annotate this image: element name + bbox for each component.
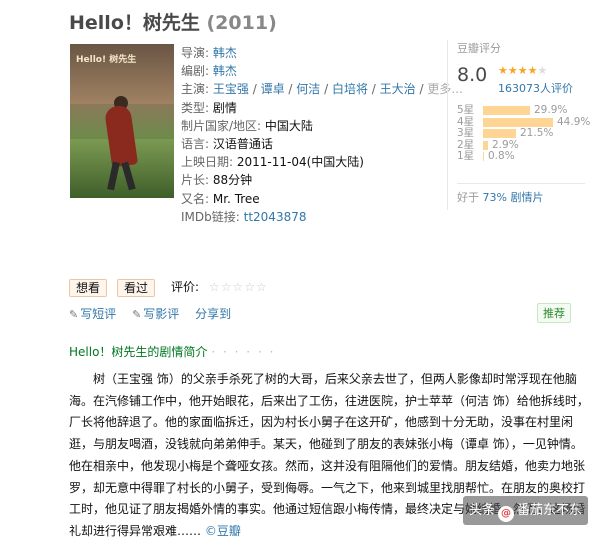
summary-heading-text: Hello！树先生的剧情简介 (69, 345, 208, 359)
star-icon: ★ (507, 64, 518, 77)
rating-score: 8.0 (457, 64, 488, 86)
rating-votes-link[interactable]: 163073人评价 (498, 80, 573, 96)
genre-row: 类型: 剧情 (181, 99, 463, 117)
imdb-row: IMDb链接: tt2043878 (181, 208, 463, 226)
distribution-bar (483, 117, 553, 127)
aka-value: Mr. Tree (212, 191, 260, 206)
summary-heading: Hello！树先生的剧情简介 · · · · · · (69, 343, 275, 360)
distribution-bar (483, 129, 516, 138)
movie-poster[interactable]: Hello! 树先生 (70, 44, 174, 198)
summary-heading-dots: · · · · · · (211, 345, 276, 359)
star-icon: ★ (498, 64, 508, 77)
rating-label: 豆瓣评分 (457, 42, 501, 55)
distribution-star-label: 5星 (457, 104, 475, 116)
director-label: 导演: (181, 46, 210, 60)
language-value: 汉语普通话 (212, 137, 273, 152)
cast-label: 主演: (181, 82, 210, 97)
pencil-icon: ✎ (132, 308, 142, 321)
star-icon: ★ (537, 64, 548, 77)
distribution-percent: 0.8% (488, 150, 515, 162)
cast-link[interactable]: 王宝强 (213, 82, 249, 96)
star-icon: ★ (517, 64, 528, 77)
country-row: 制片国家/地区: 中国大陆 (181, 117, 463, 135)
comparison-prefix: 好于 (457, 191, 479, 204)
distribution-star-label: 3星 (457, 127, 475, 139)
release-row: 上映日期: 2011-11-04(中国大陆) (181, 153, 463, 171)
release-label: 上映日期: (181, 155, 234, 170)
secondary-actions: ✎ 写短评 ✎ 写影评 分享到 (69, 305, 243, 322)
movie-year: (2011) (206, 12, 277, 34)
write-short-review-link[interactable]: ✎ 写短评 (69, 307, 116, 321)
director-row: 导演: 韩杰 (181, 44, 463, 62)
distribution-bar (483, 152, 484, 161)
director-link[interactable]: 韩杰 (213, 46, 237, 60)
distribution-star-label: 2星 (457, 138, 475, 151)
share-link[interactable]: 分享到 (195, 307, 231, 321)
watched-button[interactable]: 看过 (117, 279, 156, 297)
recommend-button[interactable]: 推荐 (537, 303, 571, 323)
imdb-link[interactable]: tt2043878 (244, 210, 307, 224)
movie-title: Hello！树先生 (69, 12, 200, 34)
rating-stars-icon: ★★★★★ (498, 64, 547, 77)
comparison-link[interactable]: 73% 剧情片 (483, 191, 544, 204)
cast-link[interactable]: 王大治 (380, 82, 416, 96)
country-label: 制片国家/地区: (181, 118, 262, 133)
aka-label: 又名: (181, 191, 210, 206)
country-value: 中国大陆 (264, 118, 313, 133)
cast-link[interactable]: 何洁 (296, 82, 320, 96)
rate-label: 评价: (171, 280, 200, 294)
douban-source-link[interactable]: ©豆瓣 (205, 524, 241, 538)
writer-label: 编剧: (181, 64, 210, 79)
distribution-star-label: 1星 (457, 150, 475, 162)
distribution-percent: 21.5% (520, 127, 554, 139)
movie-info: 导演: 韩杰 编剧: 韩杰 主演: 王宝强 / 谭卓 / 何洁 / 白培将 / … (181, 44, 463, 226)
watermark-logo-icon: @ (498, 506, 515, 522)
want-to-watch-button[interactable]: 想看 (69, 279, 108, 297)
cast-row: 主演: 王宝强 / 谭卓 / 何洁 / 白培将 / 王大治 / 更多... (181, 82, 463, 97)
cast-link[interactable]: 谭卓 (261, 82, 285, 96)
write-review-link[interactable]: ✎ 写影评 (132, 307, 179, 321)
rate-stars[interactable]: ☆☆☆☆☆ (209, 279, 268, 296)
distribution-bar (483, 140, 488, 150)
writer-row: 编剧: 韩杰 (181, 62, 463, 80)
release-value: 2011-11-04(中国大陆) (236, 155, 364, 170)
write-review-label: 写影评 (143, 307, 180, 321)
poster-title: Hello! 树先生 (76, 55, 137, 65)
watermark: 头条 @ 番茄东不东 (463, 496, 589, 525)
page-title: Hello！树先生 (2011) (69, 8, 277, 35)
distribution-percent: 44.9% (557, 115, 591, 128)
write-short-review-label: 写短评 (80, 307, 117, 321)
aka-row: 又名: Mr. Tree (181, 190, 463, 208)
runtime-label: 片长: (181, 173, 210, 188)
writer-link[interactable]: 韩杰 (213, 64, 237, 78)
distribution-bar (483, 106, 530, 115)
genre-label: 类型: (181, 100, 210, 115)
genre-value: 剧情 (212, 100, 237, 115)
imdb-label: IMDb链接: (181, 209, 240, 224)
runtime-row: 片长: 88分钟 (181, 171, 463, 189)
watermark-name: 番茄东不东 (517, 503, 583, 518)
star-icon: ★ (527, 64, 538, 77)
language-label: 语言: (181, 137, 210, 152)
pencil-icon: ✎ (69, 308, 79, 321)
language-row: 语言: 汉语普通话 (181, 135, 463, 153)
distribution-percent: 2.9% (492, 138, 519, 151)
distribution-star-label: 4星 (457, 115, 475, 128)
rating-panel: 豆瓣评分 8.0 ★★★★★ 163073人评价 5星 29.9% 4星 44.9% 3… (447, 40, 590, 210)
watermark-prefix: 头条 (469, 503, 496, 518)
runtime-value: 88分钟 (212, 173, 253, 188)
rating-comparison: 好于 73% 剧情片 (457, 183, 585, 205)
distribution-percent: 29.9% (534, 104, 568, 116)
cast-link[interactable]: 白培将 (332, 82, 368, 96)
